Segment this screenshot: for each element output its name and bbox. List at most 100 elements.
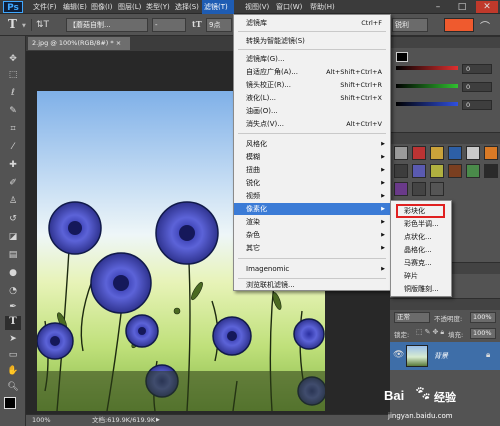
layer-name[interactable]: 背景	[434, 351, 448, 361]
warp-text-icon[interactable]: ⌒	[480, 18, 490, 33]
filter-menu-item-pixelate[interactable]: 像素化 ▶	[234, 203, 390, 215]
filter-menu-item[interactable]: 自适应广角(A)... Alt+Shift+Ctrl+A	[234, 66, 390, 78]
crop-tool-icon[interactable]: ⌗	[5, 122, 21, 136]
foreground-color-swatch[interactable]	[4, 397, 16, 409]
submenu-item[interactable]: 碎片	[391, 270, 451, 282]
filter-menu-item[interactable]: 油画(O)...	[234, 105, 390, 117]
green-value[interactable]: 0	[462, 82, 492, 92]
menu-file[interactable]: 文件(F)	[31, 2, 59, 13]
brush-tool-icon[interactable]: ✐	[5, 176, 21, 190]
filter-menu-item[interactable]: 滤镜库(G)...	[234, 53, 390, 65]
style-swatch[interactable]	[394, 146, 408, 160]
menu-image[interactable]: 图像(I)	[89, 2, 115, 13]
marquee-tool-icon[interactable]: ⬚	[5, 68, 21, 82]
blend-mode-select[interactable]: 正常	[394, 312, 430, 323]
text-color-swatch[interactable]	[444, 18, 474, 32]
red-value[interactable]: 0	[462, 64, 492, 74]
style-swatch[interactable]	[448, 146, 462, 160]
minimize-button[interactable]: –	[427, 1, 449, 13]
style-swatch[interactable]	[412, 164, 426, 178]
menu-edit[interactable]: 编辑(E)	[61, 2, 89, 13]
submenu-item[interactable]: 铜版雕刻...	[391, 283, 451, 295]
style-swatch[interactable]	[430, 182, 444, 196]
submenu-item[interactable]: 马赛克...	[391, 257, 451, 269]
style-swatch[interactable]	[466, 146, 480, 160]
history-brush-tool-icon[interactable]: ↺	[5, 212, 21, 226]
color-panel-swatch[interactable]	[396, 52, 408, 62]
text-orientation-icon[interactable]: ⇅T	[36, 20, 49, 30]
style-swatch[interactable]	[412, 182, 426, 196]
filter-menu-item[interactable]: 转换为智能滤镜(S)	[234, 35, 390, 47]
menu-type[interactable]: 类型(Y)	[144, 2, 172, 13]
filter-menu-item[interactable]: 风格化 ▶	[234, 138, 390, 150]
blur-tool-icon[interactable]: ●	[5, 266, 21, 280]
red-slider[interactable]	[396, 66, 458, 70]
lasso-tool-icon[interactable]: ℓ	[5, 86, 21, 100]
submenu-item[interactable]: 彩色半调...	[391, 218, 451, 230]
layer-row-background[interactable]: 👁︎ 背景 🔒︎	[390, 342, 500, 370]
fill-field[interactable]: 100%	[470, 328, 496, 339]
style-swatch[interactable]	[412, 146, 426, 160]
quick-select-tool-icon[interactable]: ✎	[5, 104, 21, 118]
style-swatch[interactable]	[430, 146, 444, 160]
submenu-item[interactable]: 晶格化...	[391, 244, 451, 256]
style-swatch[interactable]	[466, 164, 480, 178]
zoom-tool-icon[interactable]: 🔍︎	[5, 380, 21, 394]
blue-slider[interactable]	[396, 102, 458, 106]
clone-stamp-tool-icon[interactable]: ♙	[5, 194, 21, 208]
dodge-tool-icon[interactable]: ◔	[5, 284, 21, 298]
maximize-button[interactable]: □	[451, 1, 473, 13]
filter-menu-item[interactable]: 浏览联机滤镜...	[234, 279, 390, 291]
close-button[interactable]: ✕	[476, 1, 498, 13]
antialias-select[interactable]: 锐利	[392, 18, 428, 32]
type-tool-icon[interactable]: T	[8, 17, 17, 31]
menu-window[interactable]: 窗口(W)	[274, 2, 304, 13]
gradient-tool-icon[interactable]: ▤	[5, 248, 21, 262]
menu-layer[interactable]: 图层(L)	[116, 2, 143, 13]
filter-menu-item[interactable]: 液化(L)... Shift+Ctrl+X	[234, 92, 390, 104]
hand-tool-icon[interactable]: ✋	[5, 364, 21, 378]
font-size-select[interactable]: 9点	[206, 18, 232, 32]
zoom-level[interactable]: 100%	[32, 415, 51, 426]
filter-menu-item[interactable]: Imagenomic ▶	[234, 263, 390, 275]
blue-value[interactable]: 0	[462, 100, 492, 110]
move-tool-icon[interactable]: ✥	[5, 52, 21, 66]
style-swatch[interactable]	[394, 164, 408, 178]
type-tool-icon[interactable]: T	[5, 316, 21, 330]
filter-menu-item[interactable]: 锐化 ▶	[234, 177, 390, 189]
filter-menu-item[interactable]: 镜头校正(R)... Shift+Ctrl+R	[234, 79, 390, 91]
style-swatch[interactable]	[484, 164, 498, 178]
filter-menu-item[interactable]: 模糊 ▶	[234, 151, 390, 163]
lock-icons[interactable]: ⬚✎✥🔒︎	[416, 328, 446, 337]
healing-brush-tool-icon[interactable]: ✚	[5, 158, 21, 172]
eraser-tool-icon[interactable]: ◪	[5, 230, 21, 244]
filter-menu-item[interactable]: 渲染 ▶	[234, 216, 390, 228]
style-swatch[interactable]	[430, 164, 444, 178]
opacity-field[interactable]: 100%	[470, 312, 496, 323]
menu-select[interactable]: 选择(S)	[173, 2, 201, 13]
menu-filter[interactable]: 滤镜(T)	[202, 0, 234, 14]
document-tab[interactable]: 2.jpg @ 100%(RGB/8#) * ×	[28, 37, 130, 50]
eyedropper-tool-icon[interactable]: ⁄	[5, 140, 21, 154]
font-style-select[interactable]: -	[152, 18, 186, 32]
menu-view[interactable]: 视图(V)	[243, 2, 271, 13]
font-family-select[interactable]: 【蘑菇自制...	[66, 18, 148, 32]
filter-menu-item[interactable]: 滤镜库 Ctrl+F	[234, 17, 390, 29]
submenu-item[interactable]: 点状化...	[391, 231, 451, 243]
style-swatch[interactable]	[394, 182, 408, 196]
filter-menu-item[interactable]: 消失点(V)... Alt+Ctrl+V	[234, 118, 390, 130]
chevron-down-icon[interactable]: ▼	[22, 23, 26, 29]
shape-tool-icon[interactable]: ▭	[5, 348, 21, 362]
chevron-right-icon[interactable]: ▶	[156, 415, 160, 426]
menu-help[interactable]: 帮助(H)	[308, 2, 337, 13]
pen-tool-icon[interactable]: ✒	[5, 300, 21, 314]
filter-menu-item[interactable]: 视频 ▶	[234, 190, 390, 202]
green-slider[interactable]	[396, 84, 458, 88]
filter-menu-item[interactable]: 其它 ▶	[234, 242, 390, 254]
style-swatch[interactable]	[448, 164, 462, 178]
style-swatch[interactable]	[484, 146, 498, 160]
filter-menu-item[interactable]: 杂色 ▶	[234, 229, 390, 241]
path-select-tool-icon[interactable]: ➤	[5, 332, 21, 346]
filter-menu-item[interactable]: 扭曲 ▶	[234, 164, 390, 176]
eye-icon[interactable]: 👁︎	[393, 350, 404, 360]
